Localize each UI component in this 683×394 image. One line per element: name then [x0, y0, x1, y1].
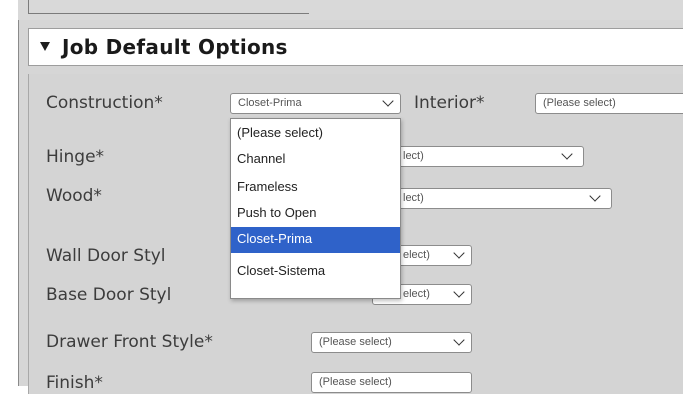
- finish-label: Finish*: [46, 373, 103, 393]
- top-section-frame: [28, 0, 309, 14]
- construction-select[interactable]: Closet-Prima: [230, 93, 401, 114]
- chevron-down-icon: [453, 247, 465, 259]
- section-header[interactable]: Job Default Options: [28, 28, 683, 66]
- construction-select-value: Closet-Prima: [238, 97, 302, 109]
- collapse-triangle-icon[interactable]: [40, 42, 50, 51]
- drawer-front-style-select[interactable]: (Please select): [311, 332, 472, 353]
- chevron-down-icon: [453, 334, 465, 346]
- chevron-down-icon: [589, 190, 601, 202]
- base-door-style-select-value: elect): [403, 288, 430, 300]
- drawer-front-style-label: Drawer Front Style*: [46, 332, 213, 352]
- dropdown-option-closet-sistema[interactable]: Closet-Sistema: [231, 259, 400, 285]
- hinge-select-value: lect): [403, 150, 424, 162]
- dropdown-option-please-select[interactable]: (Please select): [231, 121, 400, 147]
- construction-label: Construction*: [46, 93, 163, 113]
- dropdown-option-frameless[interactable]: Frameless: [231, 175, 400, 201]
- top-section-strip: [18, 0, 683, 21]
- chevron-down-icon: [382, 95, 394, 107]
- interior-label: Interior*: [414, 93, 485, 113]
- drawer-front-style-select-value: (Please select): [319, 336, 392, 348]
- hinge-select[interactable]: lect): [372, 146, 584, 167]
- base-door-style-label: Base Door Styl: [46, 285, 172, 305]
- section-title: Job Default Options: [62, 35, 288, 59]
- wood-label: Wood*: [46, 186, 102, 206]
- wood-select-value: lect): [403, 192, 424, 204]
- chevron-down-icon: [453, 286, 465, 298]
- wood-select[interactable]: lect): [372, 188, 612, 209]
- interior-select-value: (Please select): [543, 97, 616, 109]
- dropdown-option-closet-prima[interactable]: Closet-Prima: [231, 227, 400, 253]
- dropdown-option-push-to-open[interactable]: Push to Open: [231, 201, 400, 227]
- dropdown-option-channel[interactable]: Channel: [231, 147, 400, 173]
- wall-door-style-label: Wall Door Styl: [46, 246, 166, 266]
- hinge-label: Hinge*: [46, 147, 105, 167]
- wall-door-style-select-value: elect): [403, 249, 430, 261]
- finish-select-value: (Please select): [319, 376, 392, 388]
- chevron-down-icon: [561, 148, 573, 160]
- construction-dropdown-list: (Please select) Channel Frameless Push t…: [230, 118, 401, 299]
- finish-select[interactable]: (Please select): [311, 372, 472, 393]
- interior-select[interactable]: (Please select): [535, 93, 683, 114]
